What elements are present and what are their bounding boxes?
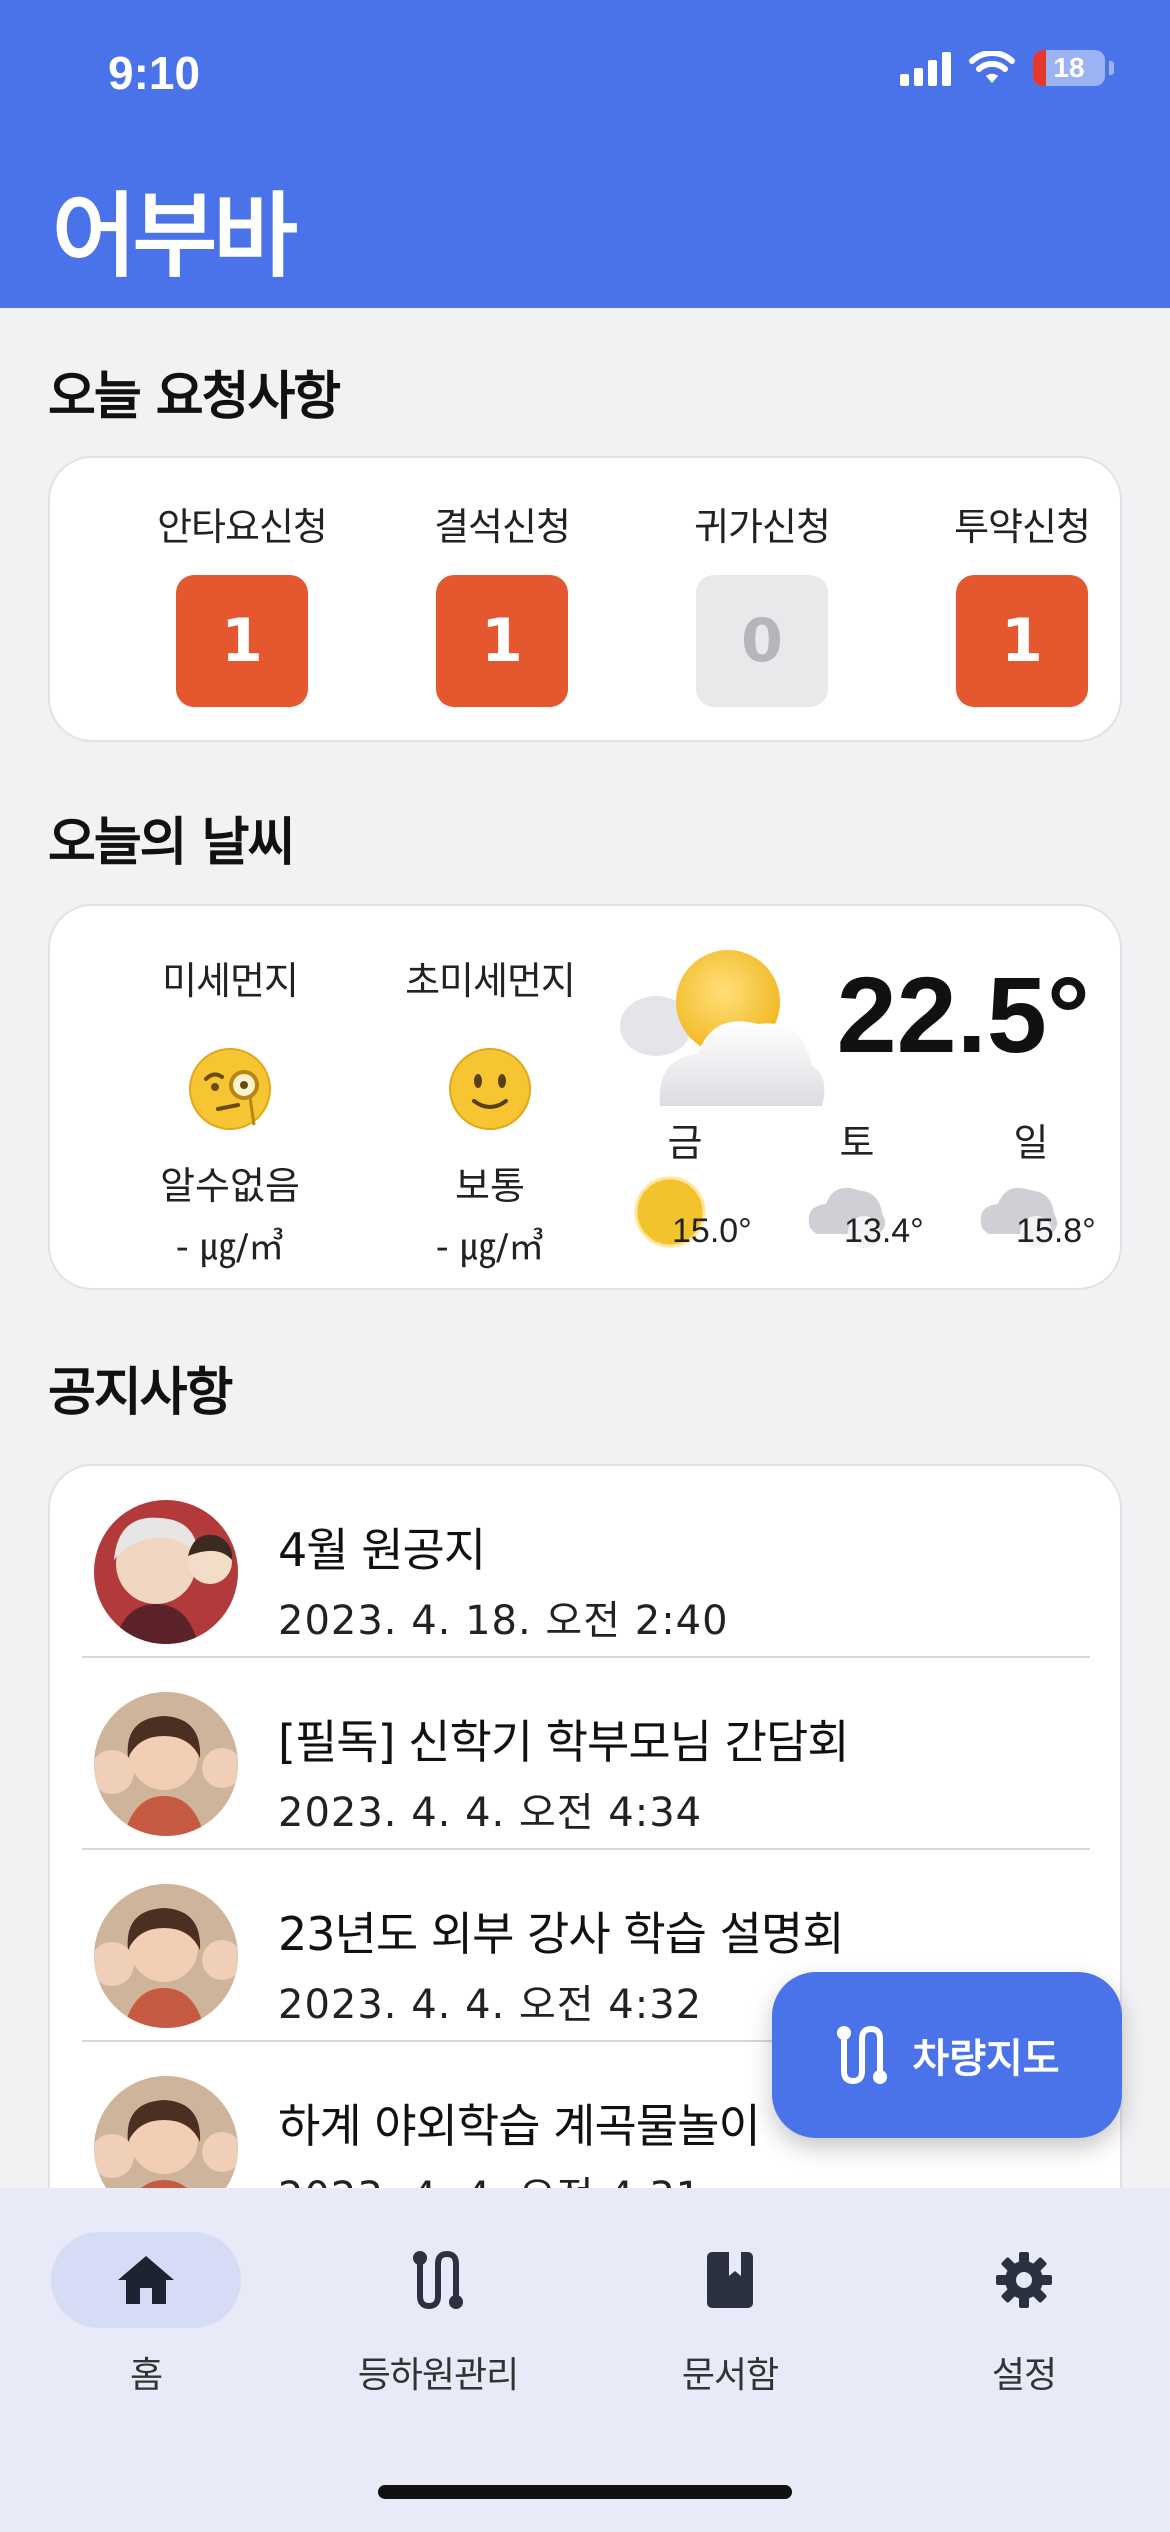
notice-title: 하계 야외학습 계곡물놀이	[278, 2099, 761, 2153]
notice-date: 2023. 4. 18. 오전 2:40	[278, 1598, 729, 1644]
monocle-face-icon	[189, 1048, 271, 1130]
requests-card: 안타요신청 1 결석신청 1 귀가신청 0 투약신청 1	[48, 456, 1122, 742]
avatar	[94, 2076, 238, 2202]
forecast-temp: 15.8°	[1016, 1212, 1096, 1250]
nav-item-documents[interactable]: 문서함	[610, 2232, 850, 2398]
bookmark-icon	[707, 2252, 753, 2308]
route-icon	[413, 2250, 463, 2310]
request-label: 안타요신청	[157, 505, 328, 549]
request-count-badge: 1	[176, 575, 308, 707]
nav-item-home[interactable]: 홈	[26, 2232, 266, 2398]
home-indicator	[378, 2485, 792, 2499]
nav-label: 설정	[991, 2355, 1057, 2396]
notice-date: 2023. 4. 4. 오전 4:32	[278, 1982, 703, 2028]
weather-card: 미세먼지 알수없음 - ㎍/㎥ 초미세먼지 보통 - ㎍/㎥ 22.5° 금 1…	[48, 904, 1122, 1290]
request-count-badge: 1	[956, 575, 1088, 707]
status-icons: 18	[900, 50, 1114, 86]
request-label: 귀가신청	[694, 505, 831, 549]
forecast-day: 일	[1013, 1121, 1049, 1165]
forecast-day: 금	[667, 1121, 703, 1165]
request-label: 결석신청	[434, 505, 571, 549]
dust-label: 초미세먼지	[405, 959, 576, 1003]
nav-item-attendance[interactable]: 등하원관리	[318, 2232, 558, 2398]
avatar	[94, 1884, 238, 2028]
requests-title: 오늘 요청사항	[48, 367, 341, 427]
notice-title: 23년도 외부 강사 학습 설명회	[278, 1907, 845, 1961]
nav-label: 홈	[129, 2355, 163, 2396]
battery-icon: 18	[1033, 50, 1105, 86]
route-icon	[837, 2025, 888, 2085]
sun-behind-cloud-icon	[620, 950, 825, 1106]
nav-label: 등하원관리	[357, 2355, 520, 2396]
notice-item[interactable]: [필독] 신학기 학부모님 간담회 2023. 4. 4. 오전 4:34	[82, 1658, 1090, 1850]
avatar	[94, 1500, 238, 1644]
nav-label: 문서함	[681, 2355, 779, 2396]
request-item-absence[interactable]: 결석신청 1	[382, 458, 622, 707]
avatar	[94, 1692, 238, 1836]
home-icon	[118, 2256, 174, 2304]
nav-item-settings[interactable]: 설정	[904, 2232, 1144, 2398]
request-count-badge: 0	[696, 575, 828, 707]
notice-title: [필독] 신학기 학부모님 간담회	[278, 1715, 850, 1769]
vehicle-map-button[interactable]: 차량지도	[772, 1972, 1122, 2138]
request-label: 투약신청	[954, 505, 1091, 549]
forecast-temp: 13.4°	[844, 1212, 924, 1250]
status-time: 9:10	[108, 47, 201, 99]
dust-status: 알수없음	[160, 1164, 300, 1208]
battery-level: 18	[1053, 52, 1085, 83]
forecast-day: 토	[839, 1121, 875, 1165]
gear-icon	[996, 2252, 1052, 2308]
request-item-return-home[interactable]: 귀가신청 0	[642, 458, 882, 707]
notices-title: 공지사항	[48, 1363, 233, 1423]
request-count-badge: 1	[436, 575, 568, 707]
current-temperature: 22.5°	[836, 954, 1090, 1075]
app-header: 9:10 18 어부바	[0, 0, 1170, 308]
wifi-icon	[969, 51, 1015, 83]
dust-value: - ㎍/㎥	[435, 1227, 545, 1268]
ultrafine-dust: 초미세먼지 보통 - ㎍/㎥	[360, 906, 620, 1270]
notice-date: 2023. 4. 4. 오전 4:34	[278, 1790, 703, 1836]
request-item-ride[interactable]: 안타요신청 1	[122, 458, 362, 707]
notice-item[interactable]: 4월 원공지 2023. 4. 18. 오전 2:40	[82, 1466, 1090, 1658]
dust-value: - ㎍/㎥	[175, 1227, 285, 1268]
request-item-medication[interactable]: 투약신청 1	[902, 458, 1142, 707]
app-logo: 어부바	[52, 183, 298, 290]
cellular-signal-icon	[900, 50, 951, 86]
vehicle-map-label: 차량지도	[912, 2036, 1060, 2082]
bottom-navigation: 홈 등하원관리 문서함 설정	[0, 2188, 1170, 2532]
dust-status: 보통	[455, 1164, 525, 1208]
fine-dust: 미세먼지 알수없음 - ㎍/㎥	[100, 906, 360, 1270]
forecast-temp: 15.0°	[672, 1212, 752, 1250]
weather-title: 오늘의 날씨	[48, 813, 295, 873]
dust-label: 미세먼지	[162, 959, 299, 1003]
slightly-smiling-face-icon	[449, 1048, 531, 1130]
notice-title: 4월 원공지	[278, 1523, 486, 1577]
